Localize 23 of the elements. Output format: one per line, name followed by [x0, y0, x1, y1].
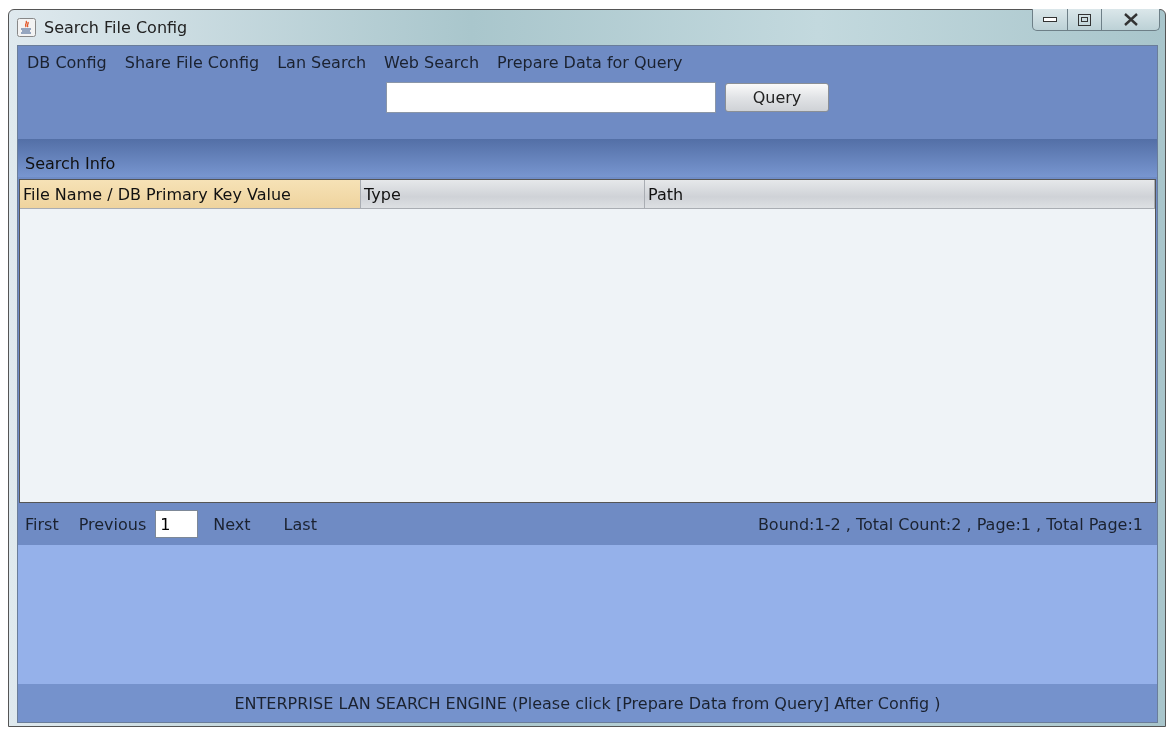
next-link[interactable]: Next	[213, 514, 251, 534]
maximize-icon	[1078, 13, 1091, 26]
menu-item[interactable]: Prepare Data for Query	[497, 53, 683, 72]
app-icon	[17, 18, 36, 37]
window-title: Search File Config	[44, 18, 188, 37]
page-summary: Bound:1-2 , Total Count:2 , Page:1 , Total Page:1	[757, 514, 1143, 534]
menu-item[interactable]: Web Search	[384, 53, 480, 72]
section-title: Search Info	[25, 154, 116, 173]
close-icon	[1122, 13, 1139, 26]
page-field[interactable]: 1	[155, 510, 199, 538]
menu-item[interactable]: DB Config	[27, 53, 107, 72]
minimize-icon	[1043, 16, 1057, 23]
column-header[interactable]: Type	[361, 180, 645, 209]
menu-item[interactable]: Lan Search	[277, 53, 367, 72]
column-header[interactable]: File Name / DB Primary Key Value	[20, 180, 361, 209]
status-text: ENTERPRISE LAN SEARCH ENGINE (Please click [Prepare Data from Query] After Config )	[234, 693, 941, 713]
query-button[interactable]: Query	[725, 83, 829, 112]
previous-link[interactable]: Previous	[78, 514, 147, 534]
last-link[interactable]: Last	[283, 514, 317, 534]
menu-item[interactable]: Share File Config	[124, 53, 260, 72]
search-field[interactable]	[386, 82, 716, 113]
first-link[interactable]: First	[25, 514, 59, 534]
column-header[interactable]: Path	[645, 180, 1155, 209]
